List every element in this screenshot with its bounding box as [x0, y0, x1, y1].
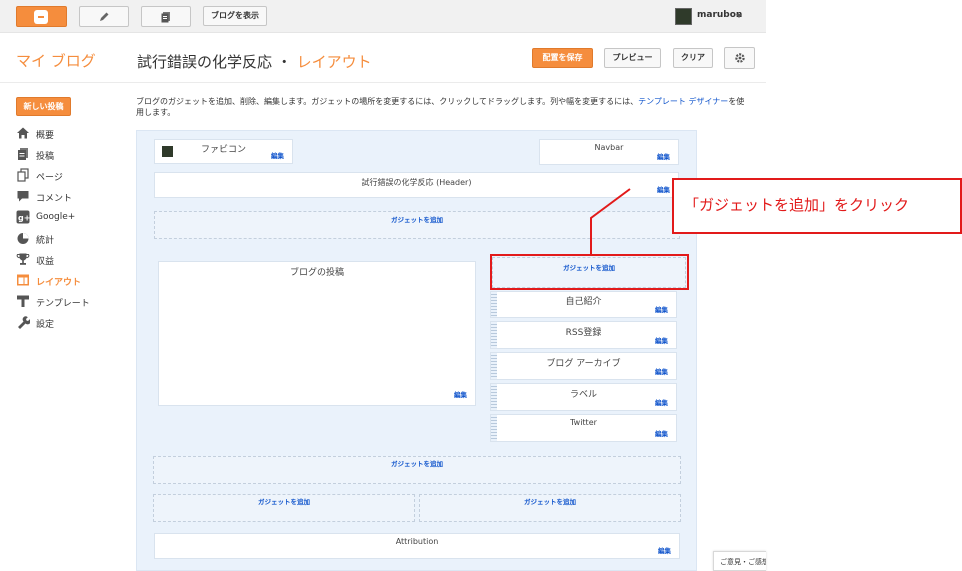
footer-right-add-gadget-button[interactable]: ガジェットを追加: [419, 494, 681, 522]
sidebar-item-label: ページ: [36, 173, 63, 183]
blogger-home-button[interactable]: [16, 6, 67, 27]
sidebar-item-stats[interactable]: 統計: [16, 230, 126, 251]
google-plus-icon: g+: [16, 210, 30, 224]
edit-link[interactable]: 編集: [454, 389, 467, 399]
layout-description: ブログのガジェットを追加、削除、編集します。ガジェットの場所を変更するには、クリ…: [136, 96, 748, 118]
blog-name: 試行錯誤の化学反応: [137, 53, 273, 71]
gadget-title: 自己紹介: [565, 297, 602, 307]
sidebar-gadget-rss[interactable]: RSS登録 編集: [490, 321, 677, 349]
sidebar-gadget-archive[interactable]: ブログ アーカイブ 編集: [490, 352, 677, 380]
gadget-title: ブログの投稿: [289, 268, 344, 278]
avatar[interactable]: [675, 8, 692, 25]
sidebar-gadget-labels[interactable]: ラベル 編集: [490, 383, 677, 411]
pages-icon: [17, 168, 29, 182]
footer-left-add-gadget-button[interactable]: ガジェットを追加: [153, 494, 415, 522]
pencil-icon: [100, 12, 109, 21]
edit-link[interactable]: 編集: [271, 150, 284, 160]
section-name: レイアウト: [296, 53, 372, 71]
gear-icon: [735, 53, 745, 63]
layout-icon: [17, 274, 29, 286]
attribution-gadget[interactable]: Attribution 編集: [154, 533, 680, 559]
sidebar-item-earnings[interactable]: 収益: [16, 251, 126, 272]
sidebar-gadget-profile[interactable]: 自己紹介 編集: [490, 291, 677, 318]
gadget-title: Attribution: [395, 537, 439, 546]
edit-link[interactable]: 編集: [655, 428, 668, 438]
account-caret-icon[interactable]: [736, 14, 742, 18]
trophy-icon: [16, 253, 30, 265]
sidebar-item-pages[interactable]: ページ: [16, 167, 126, 188]
edit-link[interactable]: 編集: [658, 545, 671, 555]
navbar-gadget[interactable]: Navbar 編集: [539, 139, 679, 165]
view-blog-button[interactable]: ブログを表示: [203, 6, 267, 26]
feedback-button[interactable]: ご意見・ご感想: [713, 551, 766, 571]
sidebar-item-label: 概要: [36, 131, 55, 141]
sidebar-item-template[interactable]: テンプレート: [16, 293, 126, 314]
sidebar-item-label: レイアウト: [36, 278, 82, 288]
posts-icon: [18, 148, 28, 160]
edit-link[interactable]: 編集: [657, 151, 670, 161]
stats-pie-icon: [17, 233, 29, 244]
description-text: ブログのガジェットを追加、削除、編集します。ガジェットの場所を変更するには、クリ…: [136, 97, 639, 106]
home-icon: [17, 127, 29, 139]
template-icon: [17, 295, 29, 307]
page-title: 試行錯誤の化学反応 ・ レイアウト: [137, 51, 372, 72]
template-designer-link[interactable]: テンプレート デザイナー: [638, 97, 728, 106]
wrench-icon: [18, 316, 30, 329]
sidebar-item-overview[interactable]: 概要: [16, 125, 126, 146]
my-blog-link[interactable]: マイ ブログ: [16, 50, 96, 71]
blogger-layout-page: ブログを表示 marubon マイ ブログ 試行錯誤の化学反応 ・ レイアウト …: [0, 0, 962, 571]
sidebar-item-settings[interactable]: 設定: [16, 314, 126, 335]
save-arrangement-button[interactable]: 配置を保存: [532, 48, 593, 68]
sidebar-gadget-twitter[interactable]: Twitter 編集: [490, 414, 677, 442]
gadget-title: Twitter: [570, 418, 597, 427]
preview-button[interactable]: プレビュー: [604, 48, 661, 68]
sidebar-item-label: 設定: [36, 320, 55, 330]
posts-list-icon: [161, 11, 170, 22]
sidebar-item-label: 統計: [36, 236, 55, 246]
edit-link[interactable]: 編集: [655, 397, 668, 407]
posts-list-button[interactable]: [141, 6, 191, 27]
title-separator: ・: [276, 53, 292, 71]
gadget-title: ブログ アーカイブ: [546, 359, 621, 369]
sidebar-item-layout[interactable]: レイアウト: [16, 272, 126, 293]
sidebar-item-label: 収益: [36, 257, 55, 267]
blog-posts-gadget[interactable]: ブログの投稿 編集: [158, 261, 476, 406]
edit-link[interactable]: 編集: [655, 366, 668, 376]
edit-link[interactable]: 編集: [655, 335, 668, 345]
annotation-callout: 「ガジェットを追加」をクリック: [672, 178, 962, 234]
sidebar-item-label: Google+: [36, 212, 76, 222]
annotation-highlight-box: [490, 254, 689, 290]
sidebar-item-comments[interactable]: コメント: [16, 188, 126, 209]
new-post-pencil-button[interactable]: [79, 6, 129, 27]
comment-icon: [17, 191, 29, 202]
footer-add-gadget-button[interactable]: ガジェットを追加: [153, 456, 681, 484]
edit-link[interactable]: 編集: [655, 304, 668, 314]
annotation-connector-line: [590, 188, 631, 254]
top-bar: ブログを表示 marubon: [0, 0, 766, 33]
sidebar-item-label: テンプレート: [36, 299, 90, 309]
svg-text:g+: g+: [18, 214, 30, 223]
gadget-title: ラベル: [569, 390, 597, 400]
blogger-logo-icon: [34, 10, 48, 24]
sidebar-item-label: コメント: [36, 194, 73, 204]
clear-button[interactable]: クリア: [673, 48, 713, 68]
sidebar-nav: 概要 投稿 ページ コメント g+ Google+ 統計 収益 レイアウト テン…: [16, 125, 126, 335]
edit-link[interactable]: 編集: [657, 184, 670, 194]
settings-gear-button[interactable]: [724, 47, 755, 69]
gadget-title: RSS登録: [565, 328, 602, 338]
header-divider: [0, 82, 766, 83]
favicon-gadget[interactable]: ファビコン 編集: [154, 139, 293, 164]
sidebar-item-google-plus[interactable]: g+ Google+: [16, 209, 126, 230]
sidebar-item-posts[interactable]: 投稿: [16, 146, 126, 167]
new-post-button[interactable]: 新しい投稿: [16, 97, 71, 116]
sidebar-item-label: 投稿: [36, 152, 55, 162]
